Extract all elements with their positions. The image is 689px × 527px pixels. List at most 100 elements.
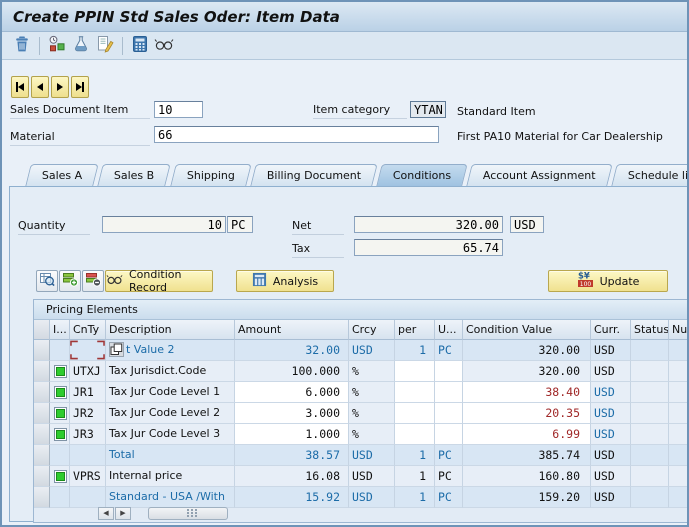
- tab-conditions[interactable]: Conditions: [376, 164, 468, 186]
- description-cell[interactable]: Total: [106, 445, 235, 466]
- row-selector[interactable]: [34, 445, 50, 466]
- tab-billing-document[interactable]: Billing Document: [250, 164, 378, 186]
- description-cell[interactable]: Internal price: [106, 466, 235, 487]
- net-value-field[interactable]: [354, 216, 503, 233]
- pricing-row[interactable]: Standard - USA /With15.92USD1PC159.20USD: [34, 487, 689, 508]
- analysis-button[interactable]: Analysis: [236, 270, 334, 292]
- per-cell[interactable]: 1: [395, 466, 435, 487]
- column-header-crcy[interactable]: Crcy: [349, 320, 395, 340]
- pricing-row[interactable]: Total38.57USD1PC385.74USD: [34, 445, 689, 466]
- update-button[interactable]: $¥100 Update: [548, 270, 668, 292]
- column-header-cnty[interactable]: CnTy: [70, 320, 106, 340]
- description-cell[interactable]: Tax Jur Code Level 2: [106, 403, 235, 424]
- pricing-row[interactable]: JR2Tax Jur Code Level 23.000%20.35USD: [34, 403, 689, 424]
- per-cell[interactable]: [395, 424, 435, 445]
- previous-item-button[interactable]: [31, 76, 49, 98]
- condition-type-cell[interactable]: VPRS: [70, 466, 106, 487]
- column-header-status[interactable]: Status: [631, 320, 669, 340]
- insert-row-button[interactable]: [59, 270, 81, 292]
- configuration-button[interactable]: [69, 34, 93, 58]
- column-header-curr[interactable]: Curr.: [591, 320, 631, 340]
- pricing-row[interactable]: VPRSInternal price16.08USD1PC160.80USD: [34, 466, 689, 487]
- row-selector[interactable]: [34, 403, 50, 424]
- pricing-row[interactable]: JR3Tax Jur Code Level 31.000%6.99USD: [34, 424, 689, 445]
- condition-type-cell[interactable]: JR3: [70, 424, 106, 445]
- condition-type-cell[interactable]: [70, 340, 106, 361]
- column-header-selector[interactable]: [34, 320, 50, 340]
- pricing-row[interactable]: JR1Tax Jur Code Level 16.000%38.40USD: [34, 382, 689, 403]
- description-cell[interactable]: Standard - USA /With: [106, 487, 235, 508]
- sales-document-item-field[interactable]: [154, 101, 203, 118]
- unit-cell[interactable]: [435, 361, 463, 382]
- row-selector[interactable]: [34, 487, 50, 508]
- row-selector[interactable]: [34, 466, 50, 487]
- description-cell[interactable]: Tax Jur Code Level 3: [106, 424, 235, 445]
- calculator-button[interactable]: [128, 34, 152, 58]
- pricing-row[interactable]: t Value 232.00USD1PC320.00USD: [34, 340, 689, 361]
- unit-cell[interactable]: [435, 382, 463, 403]
- per-cell[interactable]: [395, 403, 435, 424]
- item-category-field[interactable]: [410, 101, 446, 118]
- unit-cell[interactable]: PC: [435, 340, 463, 361]
- edit-document-button[interactable]: [93, 34, 117, 58]
- condition-type-cell[interactable]: [70, 445, 106, 466]
- amount-cell[interactable]: 38.57: [235, 445, 349, 466]
- quantity-unit-field[interactable]: [227, 216, 253, 233]
- delete-item-button[interactable]: [10, 34, 34, 58]
- amount-cell[interactable]: 3.000: [235, 403, 349, 424]
- row-selector[interactable]: [34, 382, 50, 403]
- condition-type-cell[interactable]: [70, 487, 106, 508]
- unit-cell[interactable]: PC: [435, 466, 463, 487]
- unit-cell[interactable]: [435, 424, 463, 445]
- per-cell[interactable]: 1: [395, 340, 435, 361]
- per-cell[interactable]: [395, 361, 435, 382]
- amount-cell[interactable]: 1.000: [235, 424, 349, 445]
- column-header-uom[interactable]: U...: [435, 320, 463, 340]
- amount-cell[interactable]: 32.00: [235, 340, 349, 361]
- unit-cell[interactable]: PC: [435, 445, 463, 466]
- column-header-per[interactable]: per: [395, 320, 435, 340]
- tax-value-field[interactable]: [354, 239, 503, 256]
- column-header-ic[interactable]: I...: [50, 320, 70, 340]
- pricing-row[interactable]: UTXJTax Jurisdict.Code100.000%320.00USD: [34, 361, 689, 382]
- quantity-field[interactable]: [102, 216, 226, 233]
- amount-cell[interactable]: 15.92: [235, 487, 349, 508]
- per-cell[interactable]: 1: [395, 487, 435, 508]
- net-currency-field[interactable]: [510, 216, 544, 233]
- scroll-left-button[interactable]: ◀: [98, 507, 114, 520]
- row-selector[interactable]: [34, 361, 50, 382]
- condition-type-cell[interactable]: JR2: [70, 403, 106, 424]
- display-button[interactable]: [152, 34, 176, 58]
- condition-record-button[interactable]: Condition Record: [105, 270, 213, 292]
- last-item-button[interactable]: [71, 76, 89, 98]
- description-cell[interactable]: t Value 2: [106, 340, 235, 361]
- per-cell[interactable]: [395, 382, 435, 403]
- unit-cell[interactable]: PC: [435, 487, 463, 508]
- row-selector[interactable]: [34, 424, 50, 445]
- material-field[interactable]: [154, 126, 439, 143]
- scrollbar-thumb[interactable]: [148, 507, 228, 520]
- per-cell[interactable]: 1: [395, 445, 435, 466]
- condition-type-cell[interactable]: JR1: [70, 382, 106, 403]
- tab-sales-b[interactable]: Sales B: [98, 164, 172, 186]
- row-selector[interactable]: [34, 340, 50, 361]
- amount-cell[interactable]: 16.08: [235, 466, 349, 487]
- description-cell[interactable]: Tax Jurisdict.Code: [106, 361, 235, 382]
- delete-row-button[interactable]: [82, 270, 104, 292]
- column-header-amt[interactable]: Amount: [235, 320, 349, 340]
- horizontal-scrollbar[interactable]: ◀ ▶: [98, 506, 228, 520]
- condition-type-cell[interactable]: UTXJ: [70, 361, 106, 382]
- display-availability-button[interactable]: [45, 34, 69, 58]
- tab-shipping[interactable]: Shipping: [170, 164, 251, 186]
- tab-sales-a[interactable]: Sales A: [25, 164, 99, 186]
- tab-account-assignment[interactable]: Account Assignment: [466, 164, 612, 186]
- amount-cell[interactable]: 100.000: [235, 361, 349, 382]
- column-header-cond[interactable]: Condition Value: [463, 320, 591, 340]
- column-header-num[interactable]: Num: [669, 320, 689, 340]
- column-header-desc[interactable]: Description: [106, 320, 235, 340]
- first-item-button[interactable]: [11, 76, 29, 98]
- choose-detail-button[interactable]: [36, 270, 58, 292]
- next-item-button[interactable]: [51, 76, 69, 98]
- scroll-right-button[interactable]: ▶: [115, 507, 131, 520]
- amount-cell[interactable]: 6.000: [235, 382, 349, 403]
